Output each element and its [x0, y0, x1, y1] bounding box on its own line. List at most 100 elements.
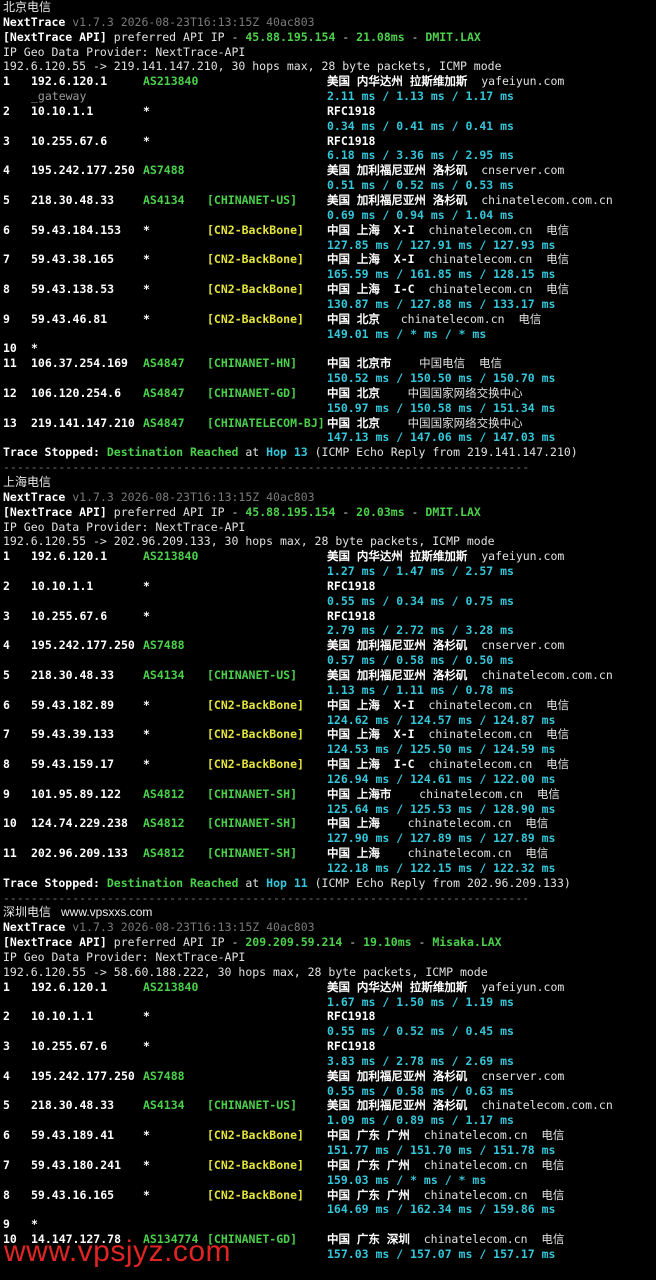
hop-number: 8 [3, 757, 10, 772]
hop-rtt: 165.59 ms / 161.85 ms / 128.15 ms [327, 267, 556, 282]
hop-asn: * [143, 1009, 150, 1024]
hop-number: 4 [3, 638, 10, 653]
api-line: [NextTrace API] preferred API IP - 45.88… [3, 505, 656, 520]
hop-ip: 59.43.46.81 [31, 311, 108, 326]
hop-rtt: 0.69 ms / 0.94 ms / 1.04 ms [327, 207, 514, 222]
hop-asn: AS4847 [143, 356, 185, 371]
hop-geo: RFC1918 [327, 608, 376, 623]
hop-rtt: 0.55 ms / 0.34 ms / 0.75 ms [327, 593, 514, 608]
hop-number: 3 [3, 133, 10, 148]
hop-geo-extra: chinatelecom.cn 电信 [423, 1157, 565, 1172]
api-latency: 21.08ms [356, 29, 405, 44]
hop-tag: [CHINANET-SH] [207, 846, 298, 861]
hop-number: 2 [3, 1009, 10, 1024]
dash: - [335, 504, 357, 519]
hop-rtt-row: 124.53 ms / 125.50 ms / 124.59 ms [3, 742, 656, 757]
hop-rtt: 151.77 ms / 151.70 ms / 151.78 ms [327, 1142, 556, 1157]
hop-geo-extra: 中国国家网络交换中心 [393, 415, 523, 430]
hop-timeout: * [31, 341, 38, 356]
hop-geo-extra: chinatelecom.cn 电信 [428, 282, 570, 297]
hop-rtt: 1.67 ms / 1.50 ms / 1.19 ms [327, 994, 514, 1009]
hop-rtt: 150.97 ms / 150.58 ms / 151.34 ms [327, 400, 556, 415]
hop-geo-extra: chinatelecom.cn 电信 [423, 1232, 565, 1247]
hop-number: 3 [3, 608, 10, 623]
hop-rtt-row: 0.55 ms / 0.52 ms / 0.45 ms [3, 1024, 656, 1039]
hop-geo: 中国 上海市 [327, 786, 392, 801]
hop-number: 10 [3, 816, 17, 831]
hop-geo-extra: chinatelecom.cn 电信 [393, 311, 542, 326]
hop-geo: 中国 广东 深圳 [327, 1232, 410, 1247]
hop-rtt-row: 1.67 ms / 1.50 ms / 1.19 ms [3, 995, 656, 1010]
hop-row: 6 59.43.184.153 * [CN2-BackBone] 中国 上海 X-I c… [3, 223, 656, 238]
hop-asn: * [143, 282, 150, 297]
hop-rtt: 2.79 ms / 2.72 ms / 3.28 ms [327, 623, 514, 638]
hop-tag: [CHINATELECOM-BJ] [207, 415, 325, 430]
trace-target: 192.6.120.55 -> 219.141.147.210, 30 hops… [3, 59, 502, 74]
hop-ip: 192.6.120.1 [31, 74, 108, 89]
hop-asn: * [143, 133, 150, 148]
hop-geo-extra: chinatelecom.com.cn [481, 192, 613, 207]
hop-number: 13 [3, 415, 17, 430]
hop-rtt-row: 0.55 ms / 0.58 ms / 0.63 ms [3, 1084, 656, 1099]
hop-number: 8 [3, 282, 10, 297]
hop-ip: 202.96.209.133 [31, 846, 128, 861]
hop-asn: * [143, 697, 150, 712]
hop-rtt: 127.85 ms / 127.91 ms / 127.93 ms [327, 237, 556, 252]
hop-rtt-row: 1.27 ms / 1.47 ms / 2.57 ms [3, 564, 656, 579]
trace-target: 192.6.120.55 -> 58.60.188.222, 30 hops m… [3, 964, 488, 979]
hop-geo: RFC1918 [327, 1009, 376, 1024]
hop-row: 3 10.255.67.6 * RFC1918 [3, 609, 656, 624]
api-node: DMIT.LAX [425, 504, 481, 519]
hop-ip: 195.242.177.250 [31, 1068, 135, 1083]
hop-rtt-row: 147.13 ms / 147.06 ms / 147.03 ms [3, 430, 656, 445]
hop-rtt-row: 125.64 ms / 125.53 ms / 128.90 ms [3, 802, 656, 817]
hop-row: 9 101.95.89.122 AS4812 [CHINANET-SH] 中国 上海市 … [3, 787, 656, 802]
hop-geo-extra: chinatelecom.cn 电信 [428, 727, 570, 742]
trace-target: 192.6.120.55 -> 202.96.209.133, 30 hops … [3, 534, 495, 549]
hop-asn: AS213840 [143, 74, 199, 89]
hop-row: 11 106.37.254.169 AS4847 [CHINANET-HN] 中国 北京… [3, 356, 656, 371]
hop-rtt-row: 0.34 ms / 0.41 ms / 0.41 ms [3, 119, 656, 134]
hop-geo: 中国 上海 [327, 846, 380, 861]
hop-ip: 10.255.67.6 [31, 133, 108, 148]
stop-hop: Hop 11 [266, 875, 308, 890]
hop-number: 7 [3, 252, 10, 267]
hop-geo: 中国 广东 广州 [327, 1128, 410, 1143]
section-label: 深圳电信 [3, 905, 52, 920]
hop-tag: [CN2-BackBone] [207, 697, 304, 712]
api-node: Misaka.LAX [432, 935, 502, 950]
api-node: DMIT.LAX [425, 29, 481, 44]
hop-asn: AS4812 [143, 816, 185, 831]
app-name: NextTrace [3, 489, 66, 504]
hop-rtt-row: 122.18 ms / 122.15 ms / 122.32 ms [3, 861, 656, 876]
hop-rtt: 164.69 ms / 162.34 ms / 159.86 ms [327, 1202, 556, 1217]
hop-row: 7 59.43.39.133 * [CN2-BackBone] 中国 上海 X-I ch… [3, 727, 656, 742]
hop-number: 4 [3, 1068, 10, 1083]
hop-ip: 218.30.48.33 [31, 667, 115, 682]
hop-rtt-row: 159.03 ms / * ms / * ms [3, 1173, 656, 1188]
hop-rtt: 3.83 ms / 2.78 ms / 2.69 ms [327, 1053, 514, 1068]
hop-rtt: 124.53 ms / 125.50 ms / 124.59 ms [327, 742, 556, 757]
trace-stopped: Trace Stopped: [3, 875, 100, 890]
hop-row: 8 59.43.159.17 * [CN2-BackBone] 中国 上海 I-C ch… [3, 757, 656, 772]
separator: ----------------------------------------… [3, 890, 530, 905]
hop-rtt: 150.52 ms / 150.50 ms / 150.70 ms [327, 371, 556, 386]
hop-rtt-row: 0.57 ms / 0.58 ms / 0.50 ms [3, 653, 656, 668]
api-prefix: [NextTrace API] [3, 935, 107, 950]
hop-row: 10 * [3, 341, 656, 356]
hop-number: 7 [3, 727, 10, 742]
hop-number: 2 [3, 103, 10, 118]
hop-rtt-row: 1.09 ms / 0.89 ms / 1.17 ms [3, 1113, 656, 1128]
hop-asn: * [143, 222, 150, 237]
hop-row: 1 192.6.120.1 AS213840 美国 内华达州 拉斯维加斯 yafeiy… [3, 549, 656, 564]
hop-geo-extra: chinatelecom.com.cn [481, 667, 613, 682]
hop-asn: * [143, 1157, 150, 1172]
hop-rtt-row: 0.55 ms / 0.34 ms / 0.75 ms [3, 594, 656, 609]
hop-geo-extra: 中国电信 电信 [405, 356, 502, 371]
hop-number: 9 [3, 1217, 10, 1232]
hop-row: 13 219.141.147.210 AS4847 [CHINATELECOM-BJ]… [3, 416, 656, 431]
hop-hostname: _gateway [31, 89, 87, 104]
terminal-output: 北京电信 NextTrace v1.7.3 2026-08-23T16:13:15… [0, 0, 656, 1262]
geo-provider: IP Geo Data Provider: NextTrace-API [3, 950, 246, 964]
section-label: 北京电信 [3, 0, 52, 14]
